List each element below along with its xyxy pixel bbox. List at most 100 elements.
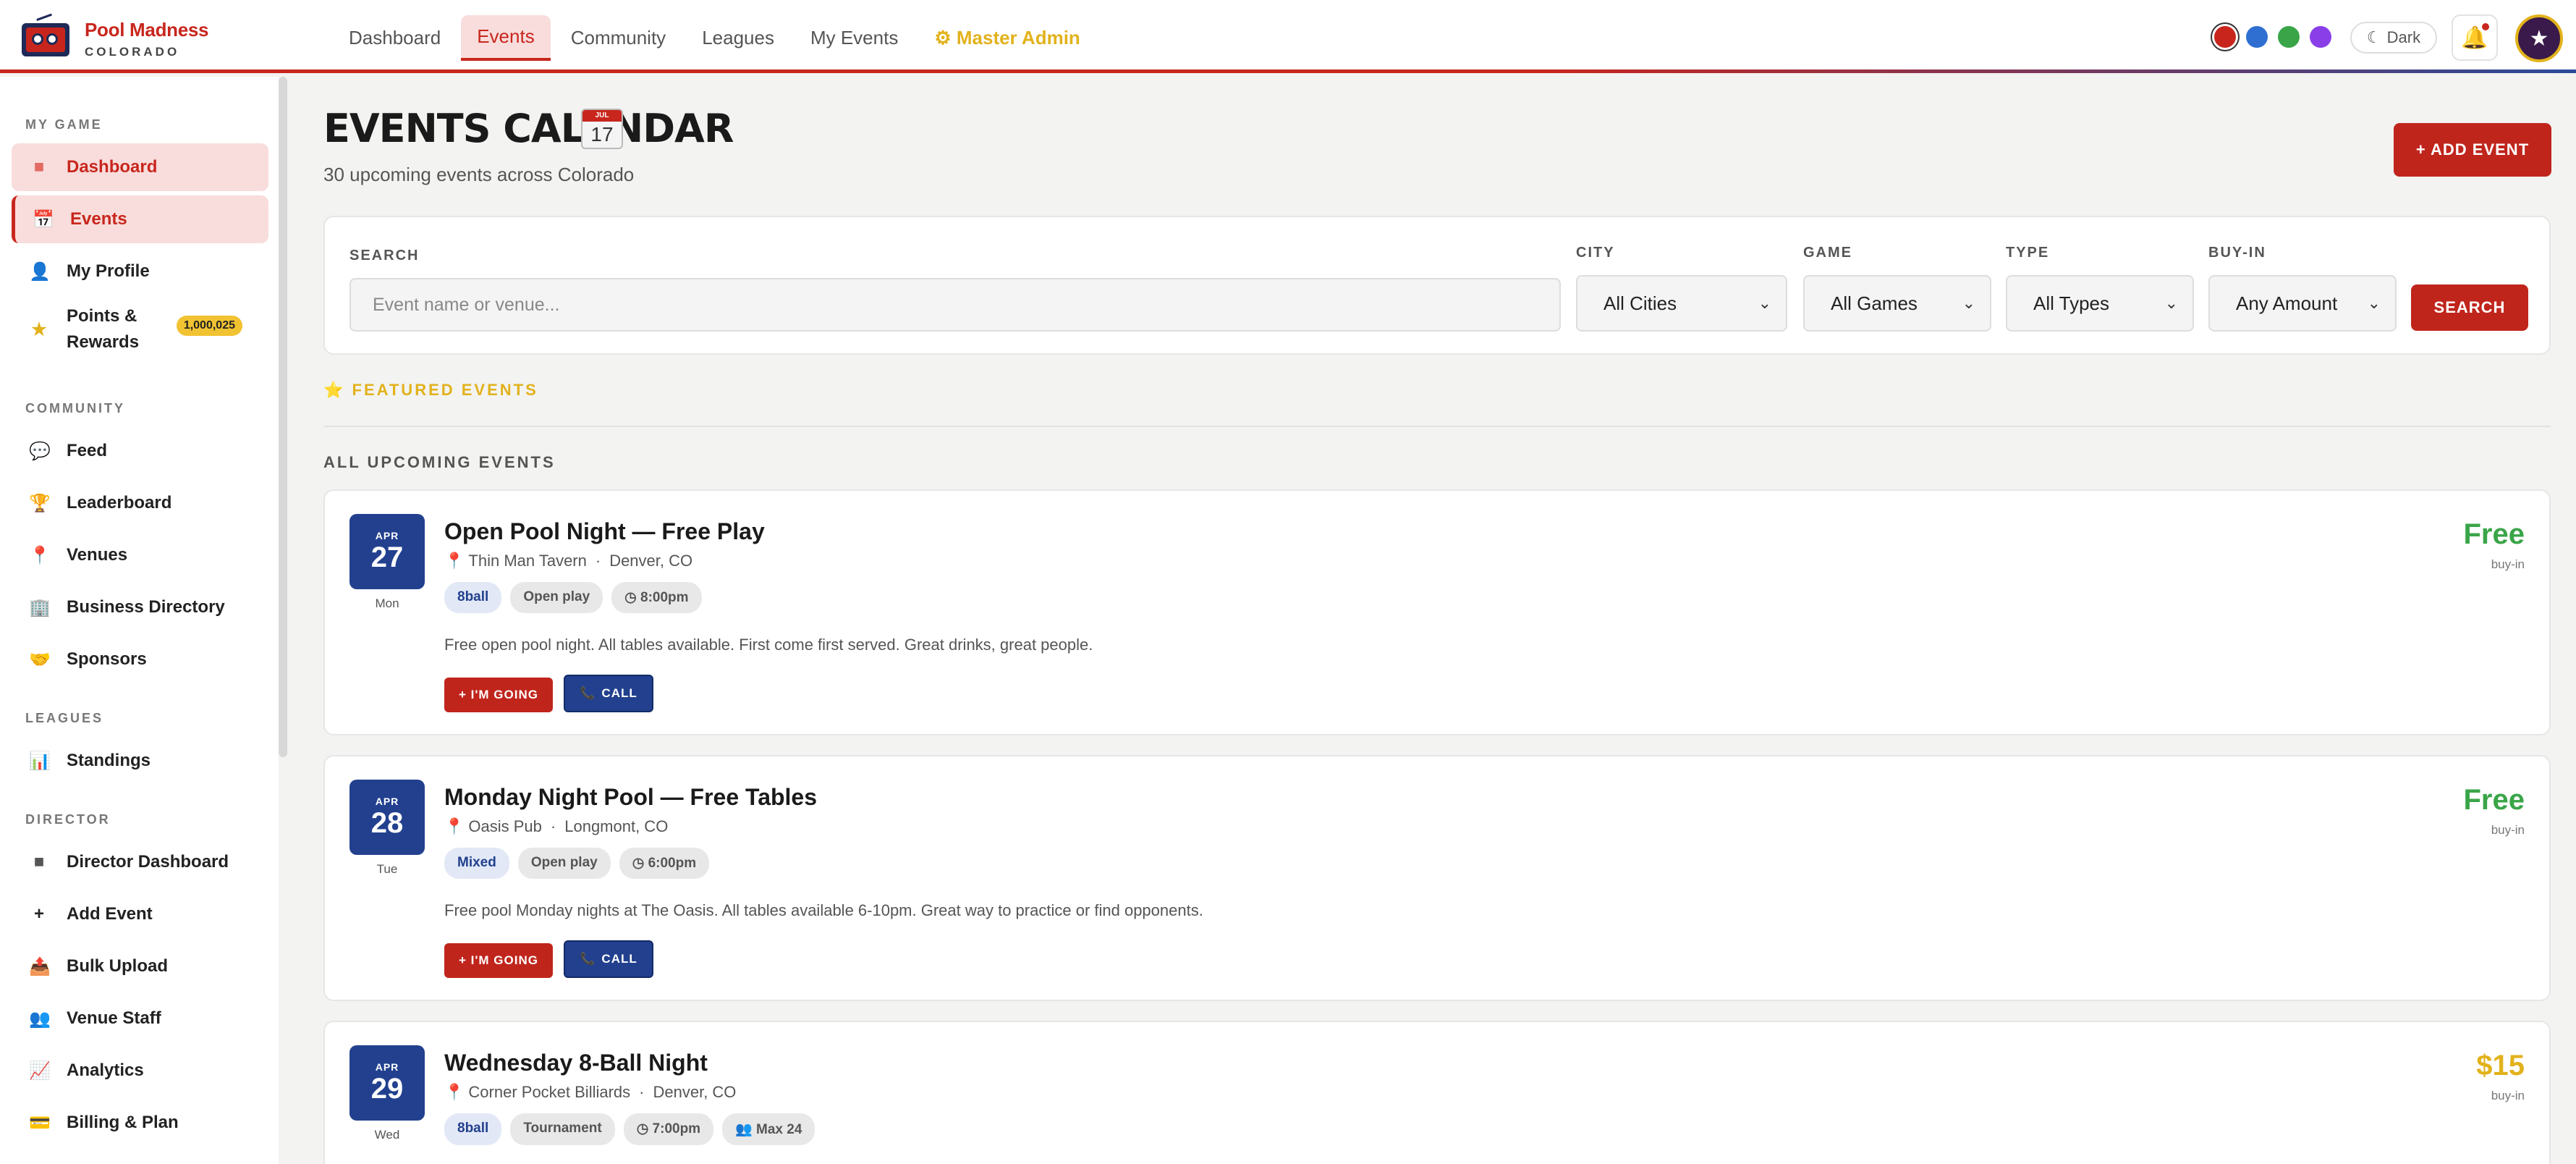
- sidebar-scrollbar[interactable]: [279, 77, 287, 757]
- calendar-icon: JUL 17: [581, 109, 623, 149]
- sidebar-item-label: Business Directory: [67, 597, 225, 617]
- buyin-select[interactable]: Any Amount ⌄: [2208, 275, 2397, 332]
- im-going-button[interactable]: + I'M GOING: [444, 678, 553, 712]
- grid-icon: ■: [33, 157, 45, 177]
- calendar-icon: 📅: [33, 209, 54, 229]
- type-select[interactable]: All Types ⌄: [2006, 275, 2194, 332]
- im-going-button[interactable]: + I'M GOING: [444, 943, 553, 978]
- chevron-down-icon: ⌄: [2164, 294, 2178, 312]
- time-tag: ◷ 7:00pm: [623, 1113, 714, 1145]
- tab-my-events[interactable]: My Events: [795, 17, 914, 59]
- user-icon: 👤: [29, 261, 51, 282]
- event-date: APR 28: [349, 780, 425, 855]
- building-icon: 🏢: [29, 597, 51, 617]
- sidebar-item-billing[interactable]: 💳 Billing & Plan: [12, 1099, 268, 1147]
- filter-panel: SEARCH Event name or venue... CITY All C…: [323, 216, 2551, 355]
- sidebar-item-label: Bulk Upload: [67, 956, 169, 976]
- search-button[interactable]: SEARCH: [2411, 284, 2528, 331]
- tv-logo-icon[interactable]: [22, 13, 72, 59]
- event-description: Free open pool night. All tables availab…: [444, 636, 1093, 654]
- sidebar-item-dashboard[interactable]: ■ Dashboard: [12, 143, 268, 191]
- sidebar-item-leaderboard[interactable]: 🏆 Leaderboard: [12, 479, 268, 527]
- theme-swatch-green[interactable]: [2278, 26, 2300, 48]
- sidebar-item-label: Analytics: [67, 1060, 144, 1080]
- sidebar-item-label: Billing & Plan: [67, 1113, 179, 1132]
- sidebar-item-label: Leaderboard: [67, 493, 172, 513]
- search-label: SEARCH: [349, 248, 420, 263]
- game-select-value: All Games: [1831, 292, 1918, 314]
- event-title[interactable]: Open Pool Night — Free Play: [444, 518, 765, 545]
- event-location: 📍 Corner Pocket Billiards · Denver, CO: [444, 1083, 737, 1102]
- event-card[interactable]: APR 29 Wed Wednesday 8-Ball Night 📍 Corn…: [323, 1021, 2551, 1164]
- dark-mode-toggle[interactable]: ☾ Dark: [2350, 22, 2437, 54]
- sidebar-item-standings[interactable]: 📊 Standings: [12, 737, 268, 785]
- sidebar-item-venue-staff[interactable]: 👥 Venue Staff: [12, 995, 268, 1042]
- square-icon: ■: [33, 852, 45, 872]
- event-weekday: Wed: [374, 1128, 400, 1142]
- handshake-icon: 🤝: [29, 649, 51, 670]
- event-price: Free: [2463, 518, 2525, 550]
- event-venue[interactable]: Oasis Pub: [468, 817, 542, 836]
- featured-events-heading: ⭐ FEATURED EVENTS: [323, 381, 538, 399]
- notifications-button[interactable]: 🔔: [2452, 14, 2498, 61]
- sidebar-item-my-profile[interactable]: 👤 My Profile: [12, 248, 268, 295]
- sidebar-item-business-directory[interactable]: 🏢 Business Directory: [12, 583, 268, 631]
- event-card[interactable]: APR 28 Tue Monday Night Pool — Free Tabl…: [323, 755, 2551, 1001]
- game-tag: Mixed: [444, 848, 509, 879]
- event-title[interactable]: Monday Night Pool — Free Tables: [444, 784, 817, 811]
- brand-name[interactable]: Pool Madness: [85, 19, 209, 41]
- tab-community[interactable]: Community: [555, 17, 682, 59]
- type-tag: Open play: [517, 848, 611, 879]
- event-title[interactable]: Wednesday 8-Ball Night: [444, 1050, 708, 1076]
- sidebar-item-feed[interactable]: 💬 Feed: [12, 427, 268, 475]
- price-label: buy-in: [2491, 1089, 2525, 1102]
- game-select[interactable]: All Games ⌄: [1803, 275, 1991, 332]
- sidebar-item-events[interactable]: 📅 Events: [12, 195, 268, 243]
- tab-leagues[interactable]: Leagues: [686, 17, 790, 59]
- event-venue[interactable]: Thin Man Tavern: [468, 552, 586, 570]
- phone-icon: 📞: [580, 952, 596, 966]
- call-button[interactable]: 📞 CALL: [564, 940, 653, 978]
- sidebar-item-director-dashboard[interactable]: ■ Director Dashboard: [12, 838, 268, 886]
- event-venue[interactable]: Corner Pocket Billiards: [468, 1083, 630, 1102]
- sidebar-item-points[interactable]: ★ Points & Rewards 1,000,025: [12, 300, 268, 359]
- dark-mode-label: Dark: [2386, 28, 2421, 46]
- people-icon: 👥: [735, 1122, 757, 1137]
- call-button[interactable]: 📞 CALL: [564, 675, 653, 712]
- type-tag: Tournament: [510, 1113, 615, 1145]
- trophy-icon: 🏆: [29, 493, 51, 513]
- moon-icon: ☾: [2366, 28, 2381, 46]
- sidebar-item-label: Events: [70, 209, 127, 229]
- sidebar-item-venues[interactable]: 📍 Venues: [12, 531, 268, 579]
- chat-icon: 💬: [29, 441, 51, 461]
- star-icon: ★: [31, 319, 47, 340]
- phone-icon: 📞: [580, 686, 596, 700]
- tab-master-admin[interactable]: ⚙ Master Admin: [918, 17, 1096, 59]
- top-navigation: Pool Madness COLORADO Dashboard Events C…: [0, 0, 2576, 73]
- sidebar-item-label: Add Event: [67, 904, 153, 924]
- sidebar-item-label: Sponsors: [67, 649, 147, 669]
- theme-swatch-blue[interactable]: [2246, 26, 2268, 48]
- sidebar-item-sponsors[interactable]: 🤝 Sponsors: [12, 636, 268, 683]
- user-avatar[interactable]: ★: [2515, 14, 2563, 62]
- add-event-button[interactable]: + ADD EVENT: [2394, 123, 2551, 177]
- city-select-value: All Cities: [1603, 292, 1677, 314]
- search-input[interactable]: Event name or venue...: [349, 278, 1561, 332]
- event-weekday: Mon: [375, 596, 399, 610]
- sidebar-item-bulk-upload[interactable]: 📤 Bulk Upload: [12, 942, 268, 990]
- theme-swatch-red[interactable]: [2214, 26, 2236, 48]
- city-select[interactable]: All Cities ⌄: [1576, 275, 1787, 332]
- event-city: Denver, CO: [653, 1083, 737, 1101]
- game-tag: 8ball: [444, 582, 502, 613]
- tab-events[interactable]: Events: [461, 14, 551, 61]
- event-city: Denver, CO: [609, 552, 693, 570]
- chevron-down-icon: ⌄: [2367, 294, 2381, 312]
- star-icon: ★: [2529, 26, 2549, 51]
- upload-icon: 📤: [29, 956, 51, 977]
- theme-swatch-purple[interactable]: [2310, 26, 2331, 48]
- sidebar-item-label: Points & Rewards: [67, 306, 140, 352]
- sidebar-item-add-event[interactable]: + Add Event: [12, 890, 268, 938]
- event-card[interactable]: APR 27 Mon Open Pool Night — Free Play 📍…: [323, 489, 2551, 735]
- sidebar-item-analytics[interactable]: 📈 Analytics: [12, 1047, 268, 1095]
- tab-dashboard[interactable]: Dashboard: [333, 17, 457, 59]
